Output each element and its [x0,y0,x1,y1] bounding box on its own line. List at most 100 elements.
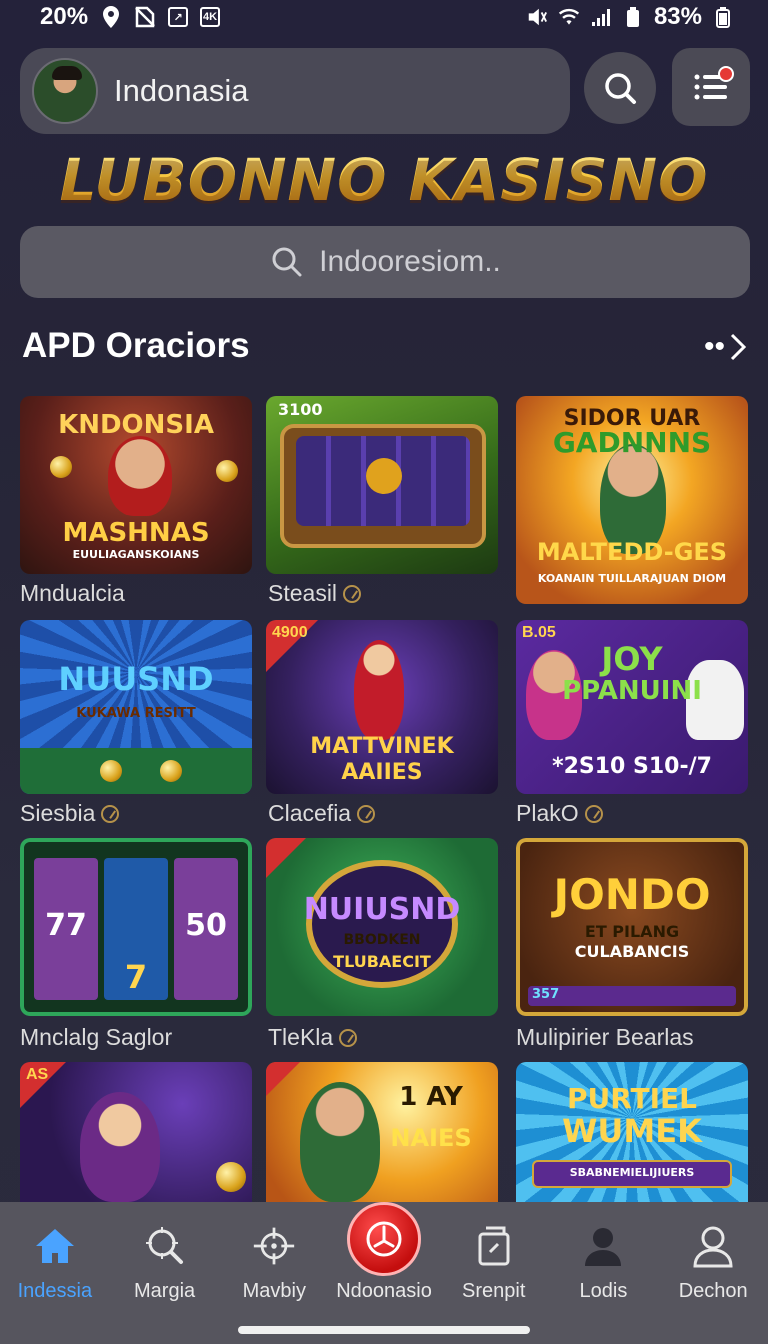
game-tile-1[interactable]: KNDONSIA MASHNAS EUULIAGANSKOIANS [20,396,252,574]
menu-button[interactable] [672,48,750,126]
badge-icon [339,1028,358,1047]
location-icon [100,6,122,28]
game-character [80,1092,160,1202]
4k-icon: 4K [200,7,221,27]
nav-item-mavbiy[interactable]: Mavbiy [219,1202,329,1344]
game-art-subtitle: NAIES [390,1124,472,1152]
status-right: 83% [526,3,734,31]
search-button[interactable] [584,52,656,124]
corner-badge [266,838,306,878]
status-left: 20% ↗ 4K [40,3,221,31]
battery-icon [712,6,734,28]
game-caption-text: Siesbia [20,800,96,826]
search-placeholder: Indooresiom.. [319,245,501,278]
game-tile-6[interactable]: B.05 JOY PPANUINI *2S10 S10-/7 [516,620,748,794]
nav-label: Lodis [579,1280,628,1302]
game-caption: Steasil [268,580,362,607]
game-caption-text: Mnclalg Saglor [20,1024,173,1050]
crosshair-icon [252,1226,296,1266]
game-art-subtitle-2: MALTEDD-GES [536,538,728,566]
game-caption: PlakO [516,800,603,827]
game-tile-12[interactable]: PURTIEL WUMEK SBABNEMIELIJIUERS [516,1062,748,1202]
battery-small-icon [622,6,644,28]
more-dots: •• [704,330,726,363]
center-action-button[interactable] [347,1202,422,1276]
game-tile-7[interactable]: 77 50 7 [20,838,252,1016]
avatar [32,58,98,124]
game-tile-8[interactable]: NUIUSND BBODKEN TLUBAECIT [266,838,498,1016]
game-art-title: NUUSND [58,660,214,698]
game-caption-text: Steasil [268,580,338,606]
game-art-subtitle-2: CULABANCIS [574,942,690,961]
nav-item-indessia[interactable]: Indessia [0,1202,110,1344]
nav-label: Margia [134,1280,196,1302]
section-title: APD Oraciors [22,326,250,365]
game-table [20,748,252,794]
game-art-subtitle-2: 7 [124,958,148,996]
game-tile-10[interactable]: AS [20,1062,252,1202]
game-tile-9[interactable]: JONDO ET PILANG CULABANCIS 357 [516,838,748,1016]
corner-badge [266,1062,300,1096]
game-caption-text: Mulipirier Bearlas [516,1024,694,1050]
game-character [300,1082,380,1202]
game-caption-text: Clacefia [268,800,352,826]
game-art-title: JOY [601,640,663,678]
game-art-subtitle-3: KOANAIN TUILLARAJUAN DIOM [537,572,727,585]
corner-badge-text: 4900 [272,624,308,641]
corner-badge-text: AS [26,1066,49,1083]
game-caption-text: Mndualcia [20,580,125,606]
home-indicator[interactable] [238,1326,530,1334]
mute-icon [526,6,548,28]
nav-item-lodis[interactable]: Lodis [549,1202,659,1344]
badge-icon [584,804,603,823]
game-art-subtitle: KUKAWA RESITT [76,706,196,721]
game-art-title: NUIUSND [303,892,461,927]
game-art-subtitle-2: EUULIAGANSKOIANS [72,548,200,561]
game-art-subtitle-2: *2S10 S10-/7 [552,754,712,779]
section-more-button[interactable]: •• [704,330,747,364]
nav-item-margia[interactable]: Margia [110,1202,220,1344]
wifi-icon [558,6,580,28]
game-tile-3[interactable]: SIDOR UAR GADNNNS MALTEDD-GES KOANAIN TU… [516,396,748,604]
game-character [108,436,172,516]
game-caption: Mndualcia [20,580,125,607]
game-art-title: KNDONSIA [58,410,214,440]
game-tile-2[interactable]: 3100 [266,396,498,574]
game-art-title: PURTIEL [566,1082,698,1115]
game-caption: Mnclalg Saglor [20,1024,172,1051]
badge-icon [357,804,376,823]
game-caption: Mulipirier Bearlas [516,1024,694,1051]
game-tile-11[interactable]: 1 AY NAIES [266,1062,498,1202]
game-art-subtitle-3: 357 [532,987,560,1002]
nav-label: Indessia [17,1280,93,1302]
game-art-subtitle-2: TLUBAECIT [333,952,431,971]
game-art-subtitle: AAIIES [341,760,423,785]
signal-icon [590,6,612,28]
game-art-subtitle: ET PILANG [584,922,680,941]
nav-item-dechon[interactable]: Dechon [658,1202,768,1344]
battery-right-text: 83% [653,3,702,30]
game-tile-5[interactable]: 4900 MATTVINEK AAIIES [266,620,498,794]
game-art-subtitle: BBODKEN [343,932,421,948]
notification-dot [718,66,734,82]
nav-item-ndoonasio[interactable]: Ndoonasio [329,1202,439,1344]
game-tile-4[interactable]: NUUSND KUKAWA RESITT [20,620,252,794]
game-art-subtitle: WUMEK [562,1112,702,1150]
game-art-title: 1 AY [399,1082,463,1112]
center-coin [366,458,402,494]
chevron-right-icon [730,333,747,361]
status-bar: 20% ↗ 4K 83% [0,0,768,34]
badge-icon [343,584,362,603]
game-caption: Clacefia [268,800,376,827]
game-art-subtitle: 50 [185,908,227,943]
game-caption: Siesbia [20,800,120,827]
notification-icon: ↗ [168,7,189,27]
game-caption: TleKla [268,1024,358,1051]
center-action-icon [366,1221,402,1257]
profile-pill[interactable]: Indonasia [20,48,570,134]
nav-item-srenpit[interactable]: Srenpit [439,1202,549,1344]
coin-icon [100,760,122,782]
search-input[interactable]: Indooresiom.. [20,226,750,298]
game-art-subtitle: MASHNAS [62,518,210,548]
coin-icon [160,760,182,782]
